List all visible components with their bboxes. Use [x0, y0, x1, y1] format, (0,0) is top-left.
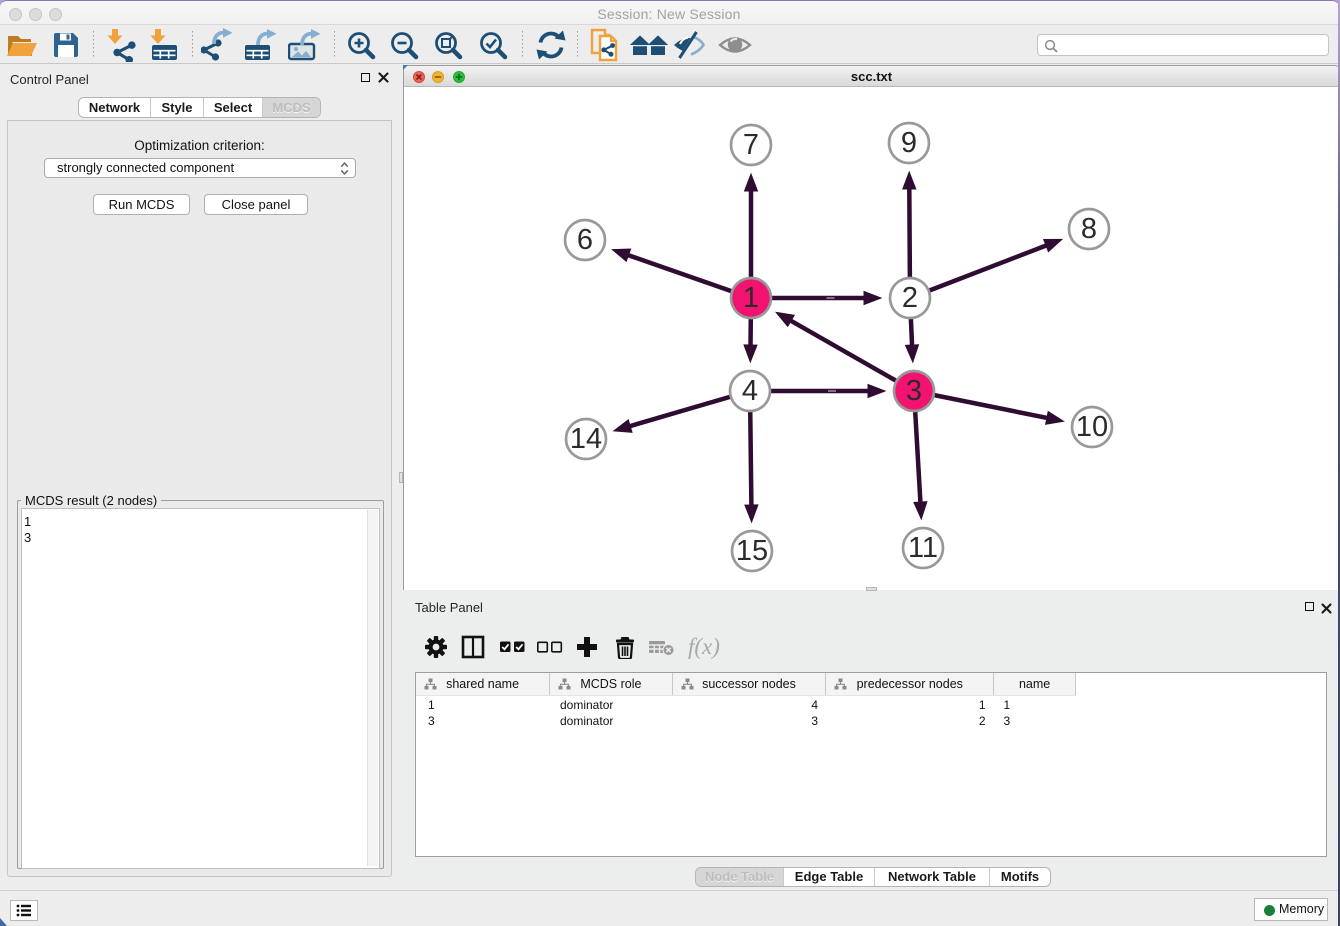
svg-text:2: 2	[902, 282, 918, 314]
svg-text:9: 9	[901, 127, 917, 159]
svg-text:11: 11	[908, 532, 938, 564]
svg-text:7: 7	[743, 129, 759, 161]
svg-text:4: 4	[742, 375, 758, 407]
svg-text:3: 3	[906, 375, 922, 407]
svg-text:1: 1	[743, 282, 759, 314]
svg-text:10: 10	[1076, 411, 1108, 443]
svg-text:6: 6	[577, 224, 593, 256]
svg-text:14: 14	[570, 423, 602, 455]
svg-text:15: 15	[736, 535, 768, 567]
svg-text:8: 8	[1081, 213, 1097, 245]
